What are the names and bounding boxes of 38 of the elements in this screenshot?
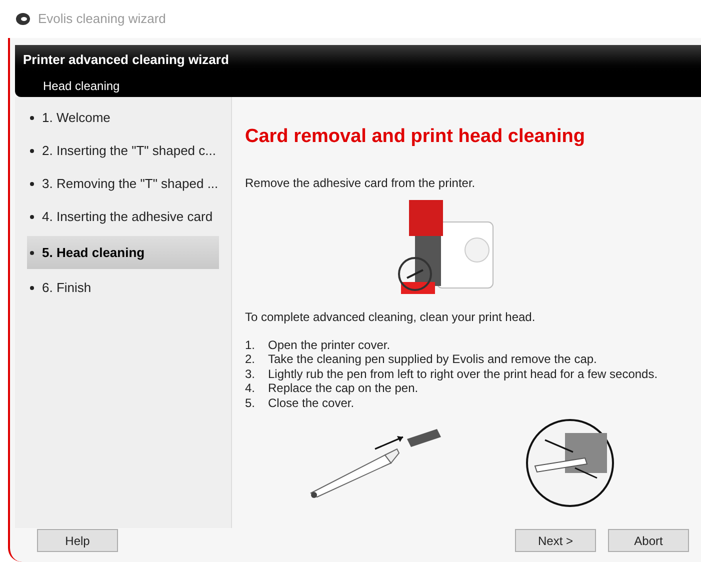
bullet-icon [30, 215, 34, 219]
page-heading: Card removal and print head cleaning [245, 125, 586, 149]
step-label: 2. Inserting the "T" shaped c... [42, 142, 216, 160]
list-number: 3. [245, 366, 256, 381]
bullet-icon [30, 116, 34, 120]
step-label: 5. Head cleaning [42, 244, 145, 262]
bullet-icon [30, 286, 34, 290]
next-button[interactable]: Next > [515, 529, 596, 552]
step-label: 4. Inserting the adhesive card [42, 208, 213, 226]
step-item[interactable]: 5. Head cleaning [27, 236, 219, 269]
bullet-icon [30, 182, 34, 186]
bullet-icon [30, 250, 34, 254]
step-label: 6. Finish [42, 279, 92, 298]
list-number: 1. [245, 338, 256, 352]
list-text: Replace the cap on the pen. [268, 381, 418, 396]
list-text: Close the cover. [268, 396, 354, 410]
window-title: Evolis cleaning wizard [38, 10, 166, 28]
help-button[interactable]: Help [37, 529, 118, 552]
step-label: 3. Removing the "T" shaped ... [42, 175, 218, 194]
step-item[interactable]: 3. Removing the "T" shaped ... [27, 170, 219, 198]
step-label: 1. Welcome [42, 109, 110, 128]
list-number: 2. [245, 352, 256, 366]
intro-text: Remove the adhesive card from the printer. [245, 174, 476, 192]
app-logo-icon [16, 13, 30, 25]
wizard-title: Printer advanced cleaning wizard [23, 51, 229, 70]
list-number: 4. [245, 381, 256, 396]
step-item[interactable]: 2. Inserting the "T" shaped c... [27, 137, 219, 165]
list-text: Take the cleaning pen supplied by Evolis and remove the cap. [268, 352, 597, 366]
step-item[interactable]: 6. Finish [27, 274, 219, 302]
bullet-icon [30, 149, 34, 153]
step-item[interactable]: 4. Inserting the adhesive card [27, 203, 219, 231]
list-number: 5. [245, 396, 256, 410]
instruction-text: To complete advanced cleaning, clean your print head. [245, 308, 536, 326]
wizard-subtitle: Head cleaning [43, 78, 120, 95]
abort-button[interactable]: Abort [608, 529, 689, 552]
step-item[interactable]: 1. Welcome [27, 104, 219, 132]
list-text: Lightly rub the pen from left to right over the print head for a few seconds. [268, 366, 658, 381]
list-text: Open the printer cover. [268, 338, 390, 352]
